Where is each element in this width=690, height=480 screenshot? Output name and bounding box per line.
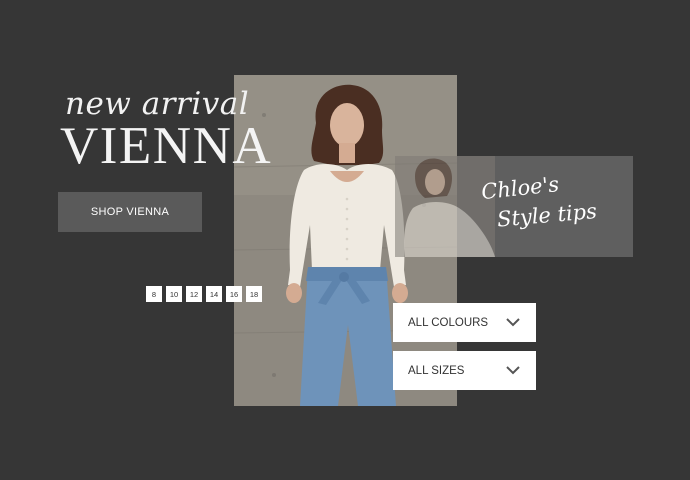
style-tips-card[interactable]: Chloe's Style tips	[395, 156, 633, 257]
shop-vienna-button[interactable]: SHOP VIENNA	[58, 192, 202, 232]
size-chip-10[interactable]: 10	[166, 286, 182, 302]
size-chip-12[interactable]: 12	[186, 286, 202, 302]
chevron-down-icon	[506, 318, 520, 327]
size-chip-14[interactable]: 14	[206, 286, 222, 302]
chevron-down-icon	[506, 366, 520, 375]
style-tips-title: Chloe's Style tips	[475, 170, 625, 231]
colour-filter-label: ALL COLOURS	[408, 316, 489, 329]
colour-filter-dropdown[interactable]: ALL COLOURS	[393, 303, 536, 342]
size-chip-8[interactable]: 8	[146, 286, 162, 302]
size-filter-dropdown[interactable]: ALL SIZES	[393, 351, 536, 390]
headline-main-title: VIENNA	[60, 117, 273, 175]
size-chip-16[interactable]: 16	[226, 286, 242, 302]
size-filter-label: ALL SIZES	[408, 364, 465, 377]
size-chip-list: 8 10 12 14 16 18	[146, 286, 262, 302]
size-chip-18[interactable]: 18	[246, 286, 262, 302]
